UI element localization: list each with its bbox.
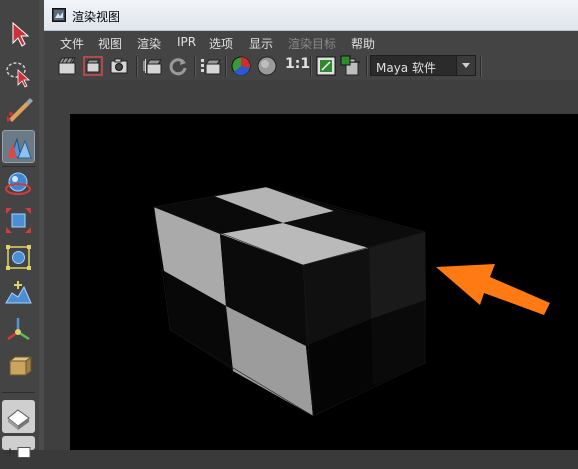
rgb-channels-icon[interactable] <box>230 55 252 77</box>
universal-manipulator-icon[interactable] <box>2 241 35 274</box>
redo-render-icon[interactable] <box>56 55 78 77</box>
alpha-channel-icon[interactable] <box>256 55 278 77</box>
paint-select-icon[interactable] <box>2 93 35 126</box>
move-tool-icon[interactable] <box>2 130 35 163</box>
menu-view[interactable]: 视图 <box>98 35 122 52</box>
renderer-dropdown[interactable]: Maya 软件 <box>370 55 476 76</box>
renderer-selected-value: Maya 软件 <box>376 61 436 75</box>
keep-image-icon[interactable] <box>315 55 337 77</box>
menu-bar: 文件 视图 渲染 IPR 选项 显示 渲染目标 帮助 <box>44 31 578 52</box>
snapshot-icon[interactable] <box>108 55 130 77</box>
select-tool-icon[interactable] <box>2 18 35 51</box>
menu-display[interactable]: 显示 <box>249 35 273 52</box>
checker-cube <box>152 186 427 417</box>
lasso-select-icon[interactable] <box>2 56 35 89</box>
rotate-tool-icon[interactable] <box>2 168 35 201</box>
last-tool-icon[interactable] <box>2 351 35 384</box>
ipr-render-icon[interactable] <box>142 55 164 77</box>
soft-modification-icon[interactable] <box>2 277 35 310</box>
remove-image-icon[interactable] <box>340 55 362 77</box>
arrow-annotation <box>436 264 550 315</box>
window-title: 渲染视图 <box>72 10 121 24</box>
scale-tool-icon[interactable] <box>2 204 35 237</box>
menu-file[interactable]: 文件 <box>60 35 84 52</box>
render-region-icon[interactable] <box>82 55 104 77</box>
menu-ipr[interactable]: IPR <box>177 35 196 49</box>
real-size-label[interactable]: 1:1 <box>285 56 310 72</box>
refresh-icon[interactable] <box>167 55 189 77</box>
chevron-down-icon[interactable] <box>456 56 475 75</box>
render-sequence-icon[interactable] <box>200 55 222 77</box>
render-toolbar: 1:1 Maya 软件 <box>44 52 578 80</box>
layout-four-icon[interactable] <box>2 436 35 458</box>
menu-render[interactable]: 渲染 <box>137 35 161 52</box>
show-manipulator-icon[interactable] <box>2 314 35 347</box>
menu-options[interactable]: 选项 <box>209 35 233 52</box>
layout-single-icon[interactable] <box>2 400 35 433</box>
render-view-window: 渲染视图 文件 视图 渲染 IPR 选项 显示 渲染目标 帮助 1:1 Maya… <box>44 0 578 450</box>
render-viewport <box>44 80 578 450</box>
menu-render-target: 渲染目标 <box>288 37 337 51</box>
render-view-app-icon <box>52 8 66 22</box>
tool-shelf <box>0 0 40 458</box>
title-bar[interactable]: 渲染视图 <box>44 0 578 31</box>
menu-help[interactable]: 帮助 <box>351 35 375 52</box>
render-image[interactable] <box>70 114 578 450</box>
